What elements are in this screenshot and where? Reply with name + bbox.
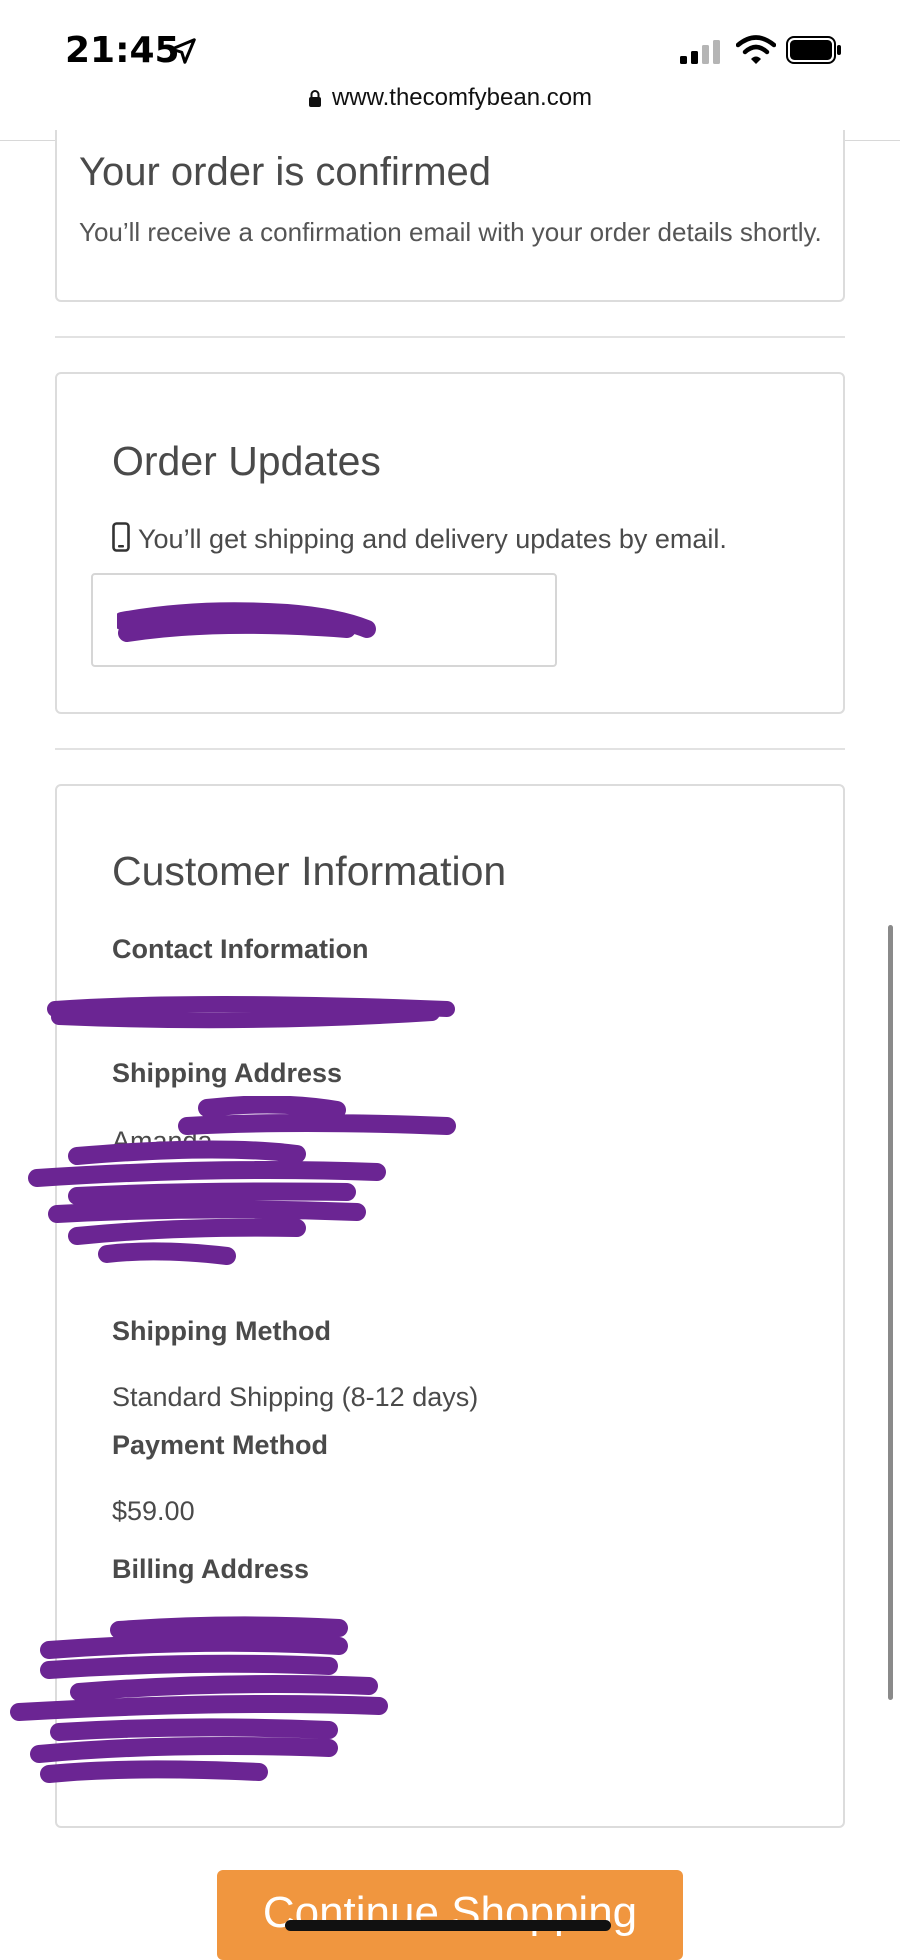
cell-signal-icon xyxy=(680,40,720,64)
section-divider xyxy=(55,336,845,338)
confirmation-title: Your order is confirmed xyxy=(79,150,492,194)
status-bar: 21:45 www.thecomfybean.com xyxy=(0,0,900,141)
wifi-icon xyxy=(736,35,776,64)
billing-address-label: Billing Address xyxy=(112,1554,310,1584)
customer-information-card: Customer Information Contact Information… xyxy=(10,784,845,1828)
location-arrow-icon xyxy=(170,38,196,64)
order-updates-card: Order Updates You’ll get shipping and de… xyxy=(55,372,845,714)
shipping-address-label: Shipping Address xyxy=(112,1058,343,1088)
contact-information-label: Contact Information xyxy=(112,934,369,964)
scrollbar[interactable] xyxy=(888,925,893,1700)
redaction-scribble xyxy=(47,996,455,1029)
order-confirmed-card: Your order is confirmed You’ll receive a… xyxy=(55,130,845,302)
payment-method-label: Payment Method xyxy=(112,1430,329,1460)
redaction-scribble xyxy=(117,602,376,642)
battery-icon xyxy=(786,36,841,64)
confirmation-text: You’ll receive a confirmation email with… xyxy=(79,217,822,247)
shipping-method-value: Standard Shipping (8-12 days) xyxy=(112,1382,479,1412)
redaction-scribble xyxy=(28,1096,456,1265)
order-updates-title: Order Updates xyxy=(112,438,381,484)
url-bar[interactable]: www.thecomfybean.com xyxy=(0,84,900,112)
lock-icon xyxy=(308,90,321,107)
customer-information-title: Customer Information xyxy=(112,848,507,894)
payment-method-value: $59.00 xyxy=(112,1496,195,1526)
order-updates-message: You’ll get shipping and delivery updates… xyxy=(112,522,727,555)
section-divider xyxy=(55,748,845,750)
redaction-scribble xyxy=(10,1616,388,1783)
home-indicator xyxy=(285,1920,611,1931)
email-field[interactable] xyxy=(91,573,557,667)
order-updates-text: You’ll get shipping and delivery updates… xyxy=(138,524,727,554)
phone-icon xyxy=(112,522,130,552)
shipping-method-label: Shipping Method xyxy=(112,1316,331,1346)
url-text: www.thecomfybean.com xyxy=(331,84,593,111)
clock-time: 21:45 xyxy=(65,30,180,71)
